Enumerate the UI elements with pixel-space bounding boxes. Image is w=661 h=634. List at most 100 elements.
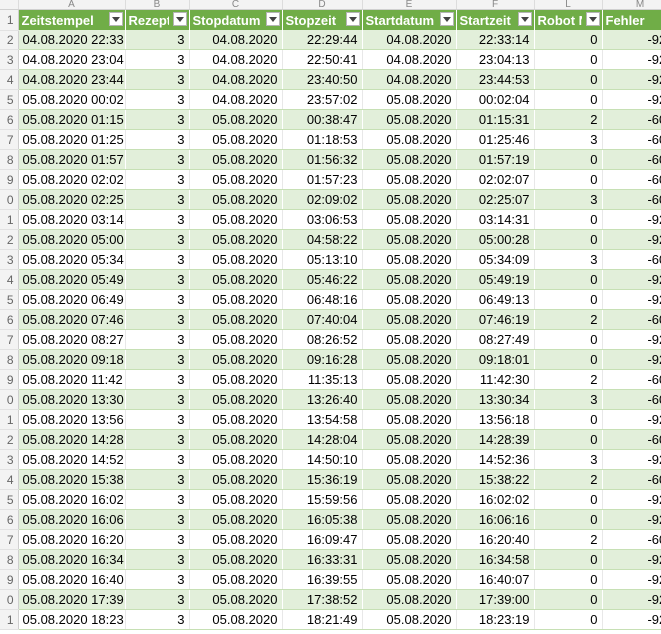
column-header-letter[interactable]: E — [362, 0, 457, 10]
column-header-letter[interactable]: B — [125, 0, 190, 10]
table-cell[interactable]: 05.08.2020 — [362, 369, 457, 390]
table-cell[interactable]: 05.08.2020 — [189, 509, 283, 530]
table-cell[interactable]: 3 — [125, 289, 190, 310]
table-cell[interactable]: 05.08.2020 11:42 — [18, 369, 126, 390]
table-cell[interactable]: 3 — [125, 229, 190, 250]
table-cell[interactable]: -921 — [602, 30, 661, 50]
table-cell[interactable]: 17:39:00 — [456, 589, 535, 610]
column-header-cell[interactable]: Startdatum — [362, 9, 457, 30]
table-cell[interactable]: 00:38:47 — [282, 109, 363, 130]
table-cell[interactable]: -600 — [602, 309, 661, 330]
table-cell[interactable]: 0 — [534, 169, 603, 190]
table-cell[interactable]: 05.08.2020 02:25 — [18, 189, 126, 210]
table-cell[interactable]: 16:34:58 — [456, 549, 535, 570]
column-header-cell[interactable]: Stopzeit — [282, 9, 363, 30]
row-number[interactable]: 3 — [0, 49, 19, 70]
table-cell[interactable]: -600 — [602, 149, 661, 170]
table-cell[interactable]: 05.08.2020 — [189, 169, 283, 190]
table-cell[interactable]: 23:44:53 — [456, 69, 535, 90]
table-cell[interactable]: 2 — [534, 309, 603, 330]
table-cell[interactable]: 05.08.2020 16:40 — [18, 569, 126, 590]
column-header-cell[interactable]: Rezept — [125, 9, 190, 30]
row-number[interactable]: 8 — [0, 549, 19, 570]
table-cell[interactable]: 2 — [534, 109, 603, 130]
table-cell[interactable]: 05.08.2020 01:25 — [18, 129, 126, 150]
table-cell[interactable]: 23:04:13 — [456, 49, 535, 70]
table-cell[interactable]: 05.08.2020 — [189, 409, 283, 430]
table-cell[interactable]: 05.08.2020 — [189, 229, 283, 250]
table-cell[interactable]: 06:48:16 — [282, 289, 363, 310]
table-cell[interactable]: 05:13:10 — [282, 249, 363, 270]
table-cell[interactable]: 0 — [534, 289, 603, 310]
table-cell[interactable]: 05.08.2020 — [362, 129, 457, 150]
table-cell[interactable]: 3 — [125, 449, 190, 470]
table-cell[interactable]: 15:59:56 — [282, 489, 363, 510]
table-cell[interactable]: 05.08.2020 — [362, 429, 457, 450]
table-cell[interactable]: 06:49:13 — [456, 289, 535, 310]
table-cell[interactable]: 0 — [534, 589, 603, 610]
column-header-cell[interactable]: Fehler — [602, 9, 661, 30]
row-number[interactable]: 8 — [0, 149, 19, 170]
table-cell[interactable]: -921 — [602, 609, 661, 630]
table-cell[interactable]: 3 — [125, 149, 190, 170]
table-cell[interactable]: 0 — [534, 69, 603, 90]
table-cell[interactable]: -600 — [602, 369, 661, 390]
row-number[interactable]: 9 — [0, 169, 19, 190]
table-cell[interactable]: 05.08.2020 — [189, 129, 283, 150]
table-cell[interactable]: 04.08.2020 — [189, 89, 283, 110]
table-cell[interactable]: 3 — [534, 249, 603, 270]
table-cell[interactable]: 14:52:36 — [456, 449, 535, 470]
table-cell[interactable]: -921 — [602, 589, 661, 610]
table-cell[interactable]: 16:33:31 — [282, 549, 363, 570]
table-cell[interactable]: -921 — [602, 289, 661, 310]
table-cell[interactable]: 05.08.2020 — [362, 449, 457, 470]
filter-dropdown-icon[interactable] — [172, 12, 187, 26]
table-cell[interactable]: 03:06:53 — [282, 209, 363, 230]
table-cell[interactable]: 05.08.2020 13:30 — [18, 389, 126, 410]
row-number[interactable]: 6 — [0, 509, 19, 530]
table-cell[interactable]: 3 — [125, 609, 190, 630]
table-cell[interactable]: 18:21:49 — [282, 609, 363, 630]
column-header-letter[interactable]: D — [282, 0, 363, 10]
table-cell[interactable]: 04.08.2020 23:44 — [18, 69, 126, 90]
table-cell[interactable]: 05.08.2020 — [189, 489, 283, 510]
table-cell[interactable]: 3 — [125, 409, 190, 430]
row-number[interactable]: 8 — [0, 349, 19, 370]
table-cell[interactable]: 0 — [534, 429, 603, 450]
table-cell[interactable]: 05.08.2020 — [189, 189, 283, 210]
table-cell[interactable]: 05.08.2020 — [362, 169, 457, 190]
table-cell[interactable]: 00:02:04 — [456, 89, 535, 110]
table-cell[interactable]: 3 — [125, 349, 190, 370]
table-cell[interactable]: 05.08.2020 — [189, 469, 283, 490]
row-number[interactable]: 4 — [0, 269, 19, 290]
table-cell[interactable]: 05.08.2020 13:56 — [18, 409, 126, 430]
column-header-cell[interactable]: Stopdatum — [189, 9, 283, 30]
table-cell[interactable]: 05.08.2020 01:15 — [18, 109, 126, 130]
table-cell[interactable]: 01:57:19 — [456, 149, 535, 170]
row-number[interactable]: 3 — [0, 249, 19, 270]
table-cell[interactable]: 15:38:22 — [456, 469, 535, 490]
table-cell[interactable]: 04.08.2020 — [189, 49, 283, 70]
column-header-letter[interactable]: C — [189, 0, 283, 10]
table-cell[interactable]: 05.08.2020 16:34 — [18, 549, 126, 570]
table-cell[interactable]: -921 — [602, 329, 661, 350]
table-cell[interactable]: 16:40:07 — [456, 569, 535, 590]
column-header-cell[interactable]: Robot N — [534, 9, 603, 30]
table-cell[interactable]: 05.08.2020 — [362, 589, 457, 610]
filter-dropdown-icon[interactable] — [585, 12, 600, 26]
table-cell[interactable]: 05.08.2020 — [362, 329, 457, 350]
table-cell[interactable]: 05.08.2020 16:20 — [18, 529, 126, 550]
column-header-letter[interactable]: L — [534, 0, 603, 10]
row-number[interactable]: 5 — [0, 89, 19, 110]
table-cell[interactable]: 3 — [125, 369, 190, 390]
table-cell[interactable]: 0 — [534, 269, 603, 290]
table-cell[interactable]: 0 — [534, 30, 603, 50]
table-cell[interactable]: 05.08.2020 — [362, 349, 457, 370]
table-cell[interactable]: 13:26:40 — [282, 389, 363, 410]
table-cell[interactable]: 3 — [125, 329, 190, 350]
table-cell[interactable]: -600 — [602, 169, 661, 190]
table-cell[interactable]: 16:05:38 — [282, 509, 363, 530]
table-cell[interactable]: -921 — [602, 569, 661, 590]
row-number[interactable]: 7 — [0, 329, 19, 350]
row-number[interactable]: 2 — [0, 229, 19, 250]
